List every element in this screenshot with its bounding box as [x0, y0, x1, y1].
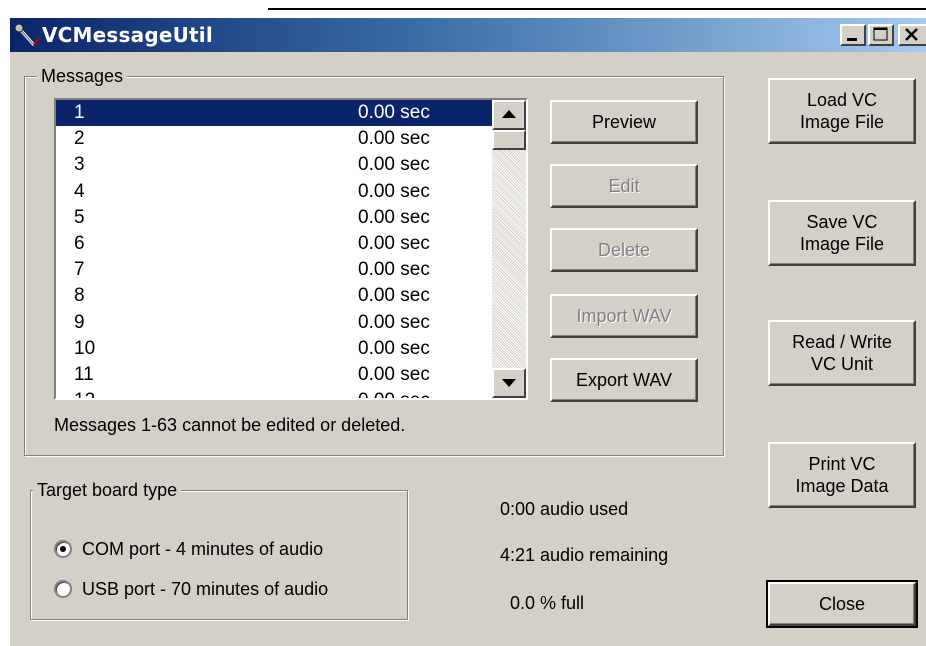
radio-selected-dot — [60, 546, 66, 552]
message-number: 3 — [74, 154, 85, 176]
list-item[interactable]: 11 0.00 sec — [56, 362, 492, 388]
preview-button[interactable]: Preview — [550, 100, 698, 144]
maximize-icon — [873, 27, 888, 41]
read-write-unit-button[interactable]: Read / Write VC Unit — [768, 320, 916, 386]
scroll-up-button[interactable] — [492, 100, 526, 130]
audio-full-text: 0.0 % full — [510, 593, 585, 613]
list-item[interactable]: 3 0.00 sec — [56, 152, 492, 178]
list-item[interactable]: 9 0.00 sec — [56, 310, 492, 336]
list-item[interactable]: 12 0.00 sec — [56, 388, 492, 398]
messages-listbox[interactable]: 1 0.00 sec 2 0.00 sec 3 0.00 sec 4 0.00 sec 5 0.0… — [54, 98, 528, 400]
messages-scrollbar[interactable] — [492, 100, 526, 398]
messages-group-label: Messages — [37, 64, 128, 88]
delete-button[interactable]: Delete — [550, 228, 698, 272]
usb-port-radio[interactable] — [54, 580, 72, 598]
message-number: 4 — [74, 180, 85, 202]
print-image-data-button[interactable]: Print VC Image Data — [768, 442, 916, 508]
list-item[interactable]: 4 0.00 sec — [56, 179, 492, 205]
message-number: 12 — [74, 388, 95, 398]
minimize-button[interactable] — [840, 24, 866, 46]
minimize-icon — [847, 38, 857, 41]
target-board-group-label: Target board type — [33, 478, 182, 502]
message-duration: 0.00 sec — [358, 388, 430, 398]
message-number: 1 — [74, 102, 85, 123]
arrow-up-icon — [502, 110, 516, 118]
list-item[interactable]: 2 0.00 sec — [56, 126, 492, 152]
audio-used-text: 0:00 audio used — [500, 499, 629, 519]
message-duration: 0.00 sec — [358, 180, 430, 202]
list-item[interactable]: 7 0.00 sec — [56, 257, 492, 283]
list-item[interactable]: 5 0.00 sec — [56, 205, 492, 231]
messages-list: 1 0.00 sec 2 0.00 sec 3 0.00 sec 4 0.00 sec 5 0.0… — [56, 100, 492, 398]
message-number: 6 — [74, 232, 85, 254]
message-number: 8 — [74, 285, 85, 307]
export-wav-button[interactable]: Export WAV — [550, 358, 698, 402]
arrow-down-icon — [502, 379, 516, 387]
load-image-button[interactable]: Load VC Image File — [768, 78, 916, 144]
message-duration: 0.00 sec — [358, 259, 430, 281]
message-number: 7 — [74, 259, 85, 281]
messages-note: Messages 1-63 cannot be edited or delete… — [54, 415, 406, 435]
message-number: 2 — [74, 128, 85, 150]
app-icon — [14, 23, 40, 46]
edit-button[interactable]: Edit — [550, 164, 698, 208]
list-item[interactable]: 1 0.00 sec — [56, 100, 492, 127]
message-duration: 0.00 sec — [358, 128, 430, 150]
vcmessageutil-window: VCMessageUtil Messages 1 0.00 sec 2 0.00 se… — [10, 18, 926, 646]
message-duration: 0.00 sec — [358, 154, 430, 176]
message-duration: 0.00 sec — [358, 363, 430, 385]
message-number: 5 — [74, 206, 85, 228]
usb-port-label[interactable]: USB port - 70 minutes of audio — [82, 578, 328, 600]
import-wav-button[interactable]: Import WAV — [550, 294, 698, 338]
message-number: 10 — [74, 337, 96, 359]
com-port-radio[interactable] — [54, 540, 72, 558]
title-bar[interactable]: VCMessageUtil — [10, 18, 926, 52]
close-icon — [905, 28, 918, 41]
message-duration: 0.00 sec — [358, 232, 430, 254]
list-item[interactable]: 10 0.00 sec — [56, 336, 492, 362]
list-item[interactable]: 8 0.00 sec — [56, 283, 492, 309]
message-duration: 0.00 sec — [358, 311, 430, 333]
message-duration: 0.00 sec — [358, 285, 430, 307]
window-title: VCMessageUtil — [42, 23, 213, 47]
list-item[interactable]: 6 0.00 sec — [56, 231, 492, 257]
message-number: 11 — [74, 363, 94, 385]
maximize-button[interactable] — [868, 24, 894, 46]
scroll-down-button[interactable] — [492, 368, 526, 398]
message-duration: 0.00 sec — [358, 337, 430, 359]
scroll-thumb[interactable] — [492, 130, 526, 150]
message-duration: 0.00 sec — [358, 102, 430, 123]
message-duration: 0.00 sec — [358, 206, 430, 228]
message-number: 9 — [74, 311, 85, 333]
save-image-button[interactable]: Save VC Image File — [768, 200, 916, 266]
background-edge-line — [268, 8, 926, 10]
close-button[interactable]: Close — [766, 580, 918, 628]
close-window-button[interactable] — [898, 24, 926, 46]
audio-remaining-text: 4:21 audio remaining — [500, 545, 669, 565]
com-port-label[interactable]: COM port - 4 minutes of audio — [82, 538, 323, 560]
